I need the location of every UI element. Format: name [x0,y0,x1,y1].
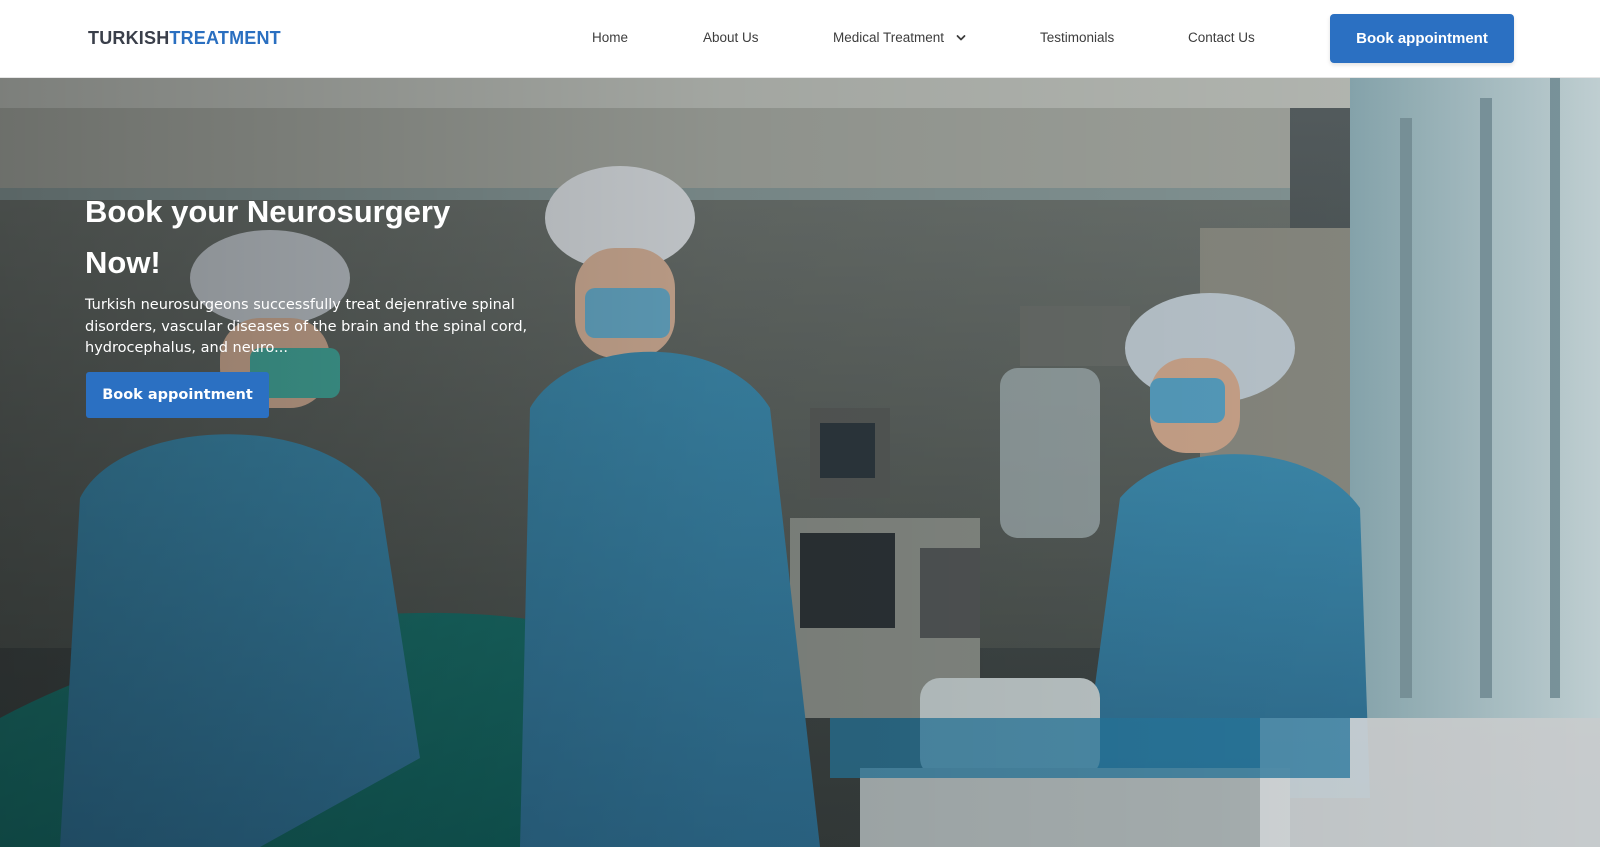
site-header: TURKISHTREATMENT Home About Us Medical T… [0,0,1600,78]
nav-item-home[interactable]: Home [592,29,628,47]
nav-item-about-us[interactable]: About Us [703,29,759,47]
nav-item-contact-us[interactable]: Contact Us [1188,29,1255,47]
nav-item-medical-treatment-label: Medical Treatment [833,30,945,45]
hero-book-appointment-button[interactable]: Book appointment [86,372,269,418]
hero-title: Book your Neurosurgery Now! [85,194,451,280]
hero-description: Turkish neurosurgeons successfully treat… [85,297,528,356]
chevron-down-icon [956,33,966,43]
nav-item-testimonials[interactable]: Testimonials [1040,29,1114,47]
hero-section: Book your Neurosurgery Now! Turkish neur… [0,78,1600,847]
nav-item-medical-treatment[interactable]: Medical Treatment [833,29,966,47]
header-book-appointment-button[interactable]: Book appointment [1330,14,1514,63]
